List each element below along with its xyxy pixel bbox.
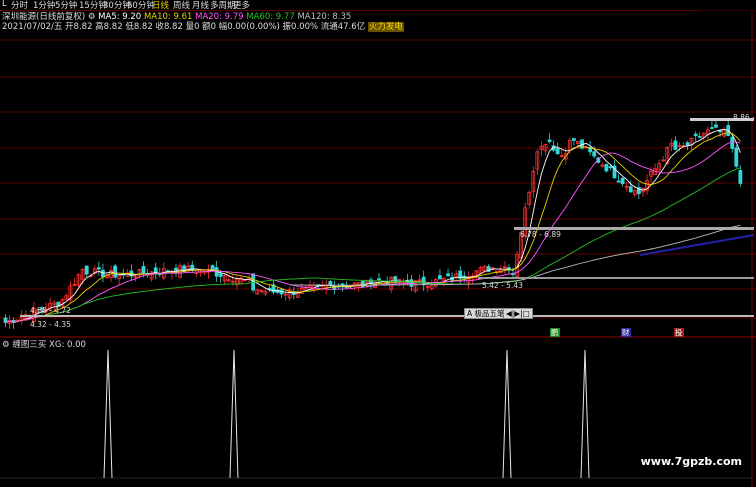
candle-body	[697, 135, 702, 138]
industry-badge[interactable]: 火力发电	[367, 22, 404, 32]
candle-body	[714, 124, 718, 128]
tag-peng[interactable]: 鹏	[550, 328, 560, 337]
candle-body	[218, 273, 223, 277]
kline-chart[interactable]	[0, 0, 756, 487]
price-label-low2: 4.32 - 4.35	[30, 320, 71, 329]
candle-body	[604, 163, 609, 172]
candle-body	[421, 276, 426, 286]
xg-value: XG: 0.00	[49, 340, 86, 350]
candle-body	[438, 275, 442, 280]
candle-body	[572, 138, 576, 141]
period-toolbar: L 分时 1分钟 5分钟 15分钟 30分钟 60分钟 日线 周线 月线 多周期 更多	[0, 0, 756, 11]
candle-body	[718, 130, 722, 133]
sub-indicator-header: ⚙ 缠图三买 XG: 0.00	[2, 338, 86, 350]
candle-body	[592, 151, 597, 157]
price-label-mid1: 6.78 - 6.89	[520, 230, 561, 239]
candle-body	[113, 265, 118, 278]
candle-body	[685, 142, 690, 146]
candle-body	[446, 273, 450, 277]
candle-body	[555, 148, 560, 155]
candle-body	[608, 166, 613, 169]
signal-spike	[502, 349, 512, 479]
quote-text: 2021/07/02/五 开8.82 高8.82 低8.82 收8.82 量0 …	[2, 22, 366, 32]
nav-small-button[interactable]: ◀|▶|□	[503, 308, 533, 319]
price-label-high: 8.86 -	[733, 113, 755, 122]
ref-bar-low	[478, 277, 754, 279]
sub-title: 缠图三买	[12, 340, 47, 350]
quote-line: 2021/07/02/五 开8.82 高8.82 低8.82 收8.82 量0 …	[2, 20, 404, 32]
five-level-button[interactable]: A 极品五笔	[464, 308, 508, 319]
candle-body	[101, 269, 105, 278]
candle-body	[693, 133, 698, 137]
tag-tou[interactable]: 投	[674, 328, 684, 337]
ref-bar-bottom	[20, 315, 754, 317]
ma60-line	[45, 167, 741, 316]
candle-body	[84, 265, 89, 275]
signal-spike	[580, 349, 590, 479]
candle-body	[620, 177, 625, 185]
watermark: www.7gpzb.com	[640, 455, 742, 468]
candle-body	[96, 267, 101, 270]
candle-body	[616, 180, 621, 183]
candle-body	[738, 170, 743, 184]
candle-body	[710, 127, 714, 129]
candle-body	[628, 186, 633, 193]
signal-spike	[103, 349, 113, 479]
sub-settings-icon[interactable]: ⚙	[2, 340, 10, 350]
candle-body	[673, 140, 678, 150]
tag-cai[interactable]: 财	[621, 328, 631, 337]
toolbar-edge-label: L	[2, 0, 7, 9]
candle-body	[141, 266, 146, 275]
signal-spike	[229, 349, 239, 479]
candle-body	[734, 147, 739, 167]
ma5-line	[5, 128, 741, 323]
price-label-mid2: 5.42 - 5.43	[482, 281, 523, 290]
candle-body	[377, 278, 381, 281]
price-label-low1: 4.68 - 4.72	[30, 306, 71, 315]
ma120-line	[289, 224, 741, 286]
candle-body	[547, 139, 552, 143]
